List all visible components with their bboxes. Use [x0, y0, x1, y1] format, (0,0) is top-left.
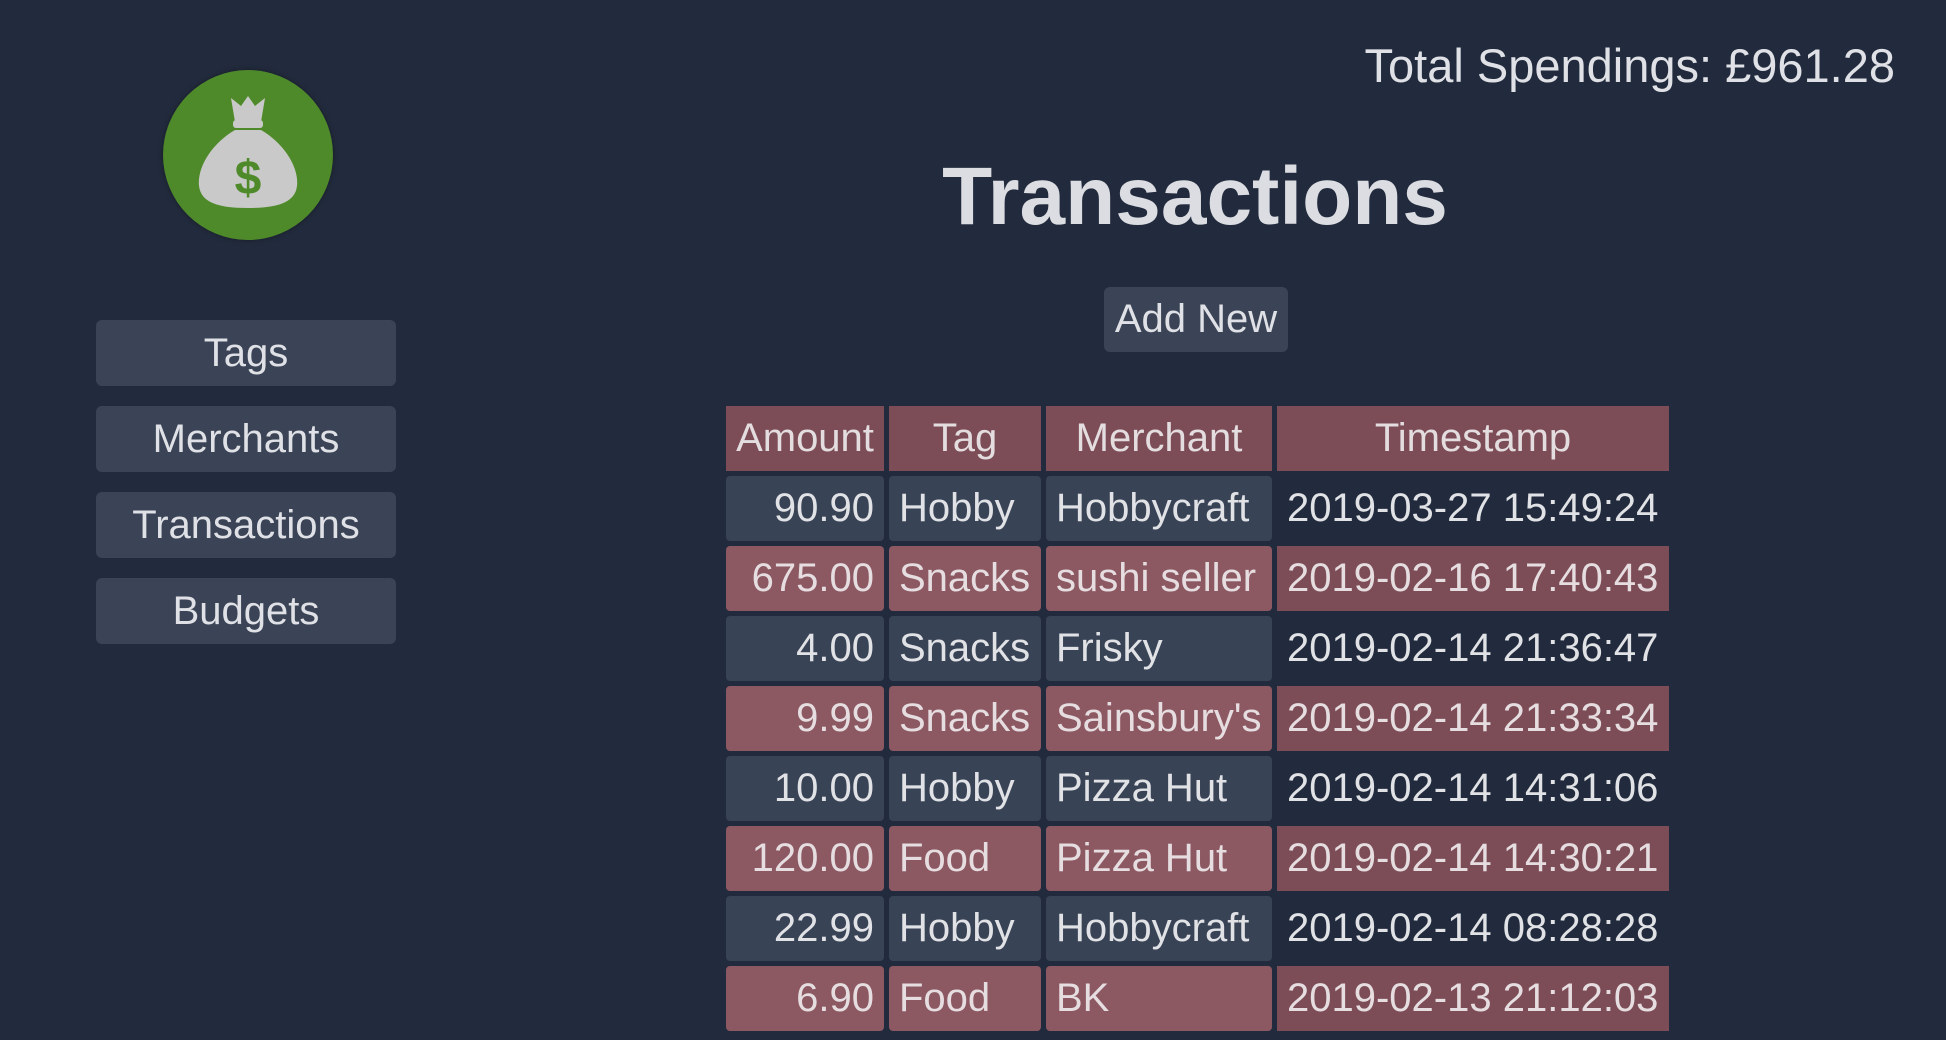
cell-tag: Snacks: [889, 546, 1041, 611]
table-row[interactable]: 90.90 Hobby Hobbycraft 2019-03-27 15:49:24: [726, 476, 1669, 541]
column-header-timestamp[interactable]: Timestamp: [1277, 406, 1669, 471]
cell-merchant: Hobbycraft: [1046, 476, 1272, 541]
cell-timestamp: 2019-02-14 14:31:06: [1287, 766, 1659, 810]
cell-amount: 9.99: [726, 686, 884, 751]
cell-tag: Snacks: [889, 686, 1041, 751]
table-row[interactable]: 675.00 Snacks sushi seller 2019-02-16 17:40…: [726, 546, 1669, 611]
cell-timestamp: 2019-03-27 15:49:24: [1287, 486, 1659, 530]
cell-merchant: Hobbycraft: [1046, 896, 1272, 961]
cell-timestamp: 2019-02-14 21:33:34: [1277, 686, 1669, 751]
cell-timestamp: 2019-02-14 21:36:47: [1287, 626, 1659, 670]
column-header-tag[interactable]: Tag: [889, 406, 1041, 471]
table-row[interactable]: 120.00 Food Pizza Hut 2019-02-14 14:30:21: [726, 826, 1669, 891]
cell-tag: Snacks: [889, 616, 1041, 681]
table-row[interactable]: 6.90 Food BK 2019-02-13 21:12:03: [726, 966, 1669, 1031]
page-title: Transactions: [942, 151, 1448, 242]
cell-tag: Food: [889, 826, 1041, 891]
cell-amount: 675.00: [726, 546, 884, 611]
cell-timestamp: 2019-02-16 17:40:43: [1277, 546, 1669, 611]
cell-amount: 6.90: [726, 966, 884, 1031]
sidebar-item-merchants[interactable]: Merchants: [96, 406, 396, 472]
cell-amount: 120.00: [726, 826, 884, 891]
cell-timestamp: 2019-02-14 14:30:21: [1277, 826, 1669, 891]
table-row[interactable]: 22.99 Hobby Hobbycraft 2019-02-14 08:28:28: [726, 896, 1669, 961]
sidebar-item-budgets[interactable]: Budgets: [96, 578, 396, 644]
cell-tag: Hobby: [889, 476, 1041, 541]
table-header-row: Amount Tag Merchant Timestamp: [726, 406, 1669, 471]
sidebar-nav: Tags Merchants Transactions Budgets: [96, 320, 396, 664]
table-row[interactable]: 10.00 Hobby Pizza Hut 2019-02-14 14:31:06: [726, 756, 1669, 821]
cell-merchant: Pizza Hut: [1046, 756, 1272, 821]
total-spendings: Total Spendings: £961.28: [1364, 39, 1895, 92]
cell-merchant: Frisky: [1046, 616, 1272, 681]
cell-amount: 4.00: [726, 616, 884, 681]
cell-tag: Hobby: [889, 896, 1041, 961]
add-new-button[interactable]: Add New: [1104, 287, 1288, 352]
column-header-amount[interactable]: Amount: [726, 406, 884, 471]
cell-tag: Hobby: [889, 756, 1041, 821]
table-row[interactable]: 4.00 Snacks Frisky 2019-02-14 21:36:47: [726, 616, 1669, 681]
cell-merchant: BK: [1046, 966, 1272, 1031]
cell-tag: Food: [889, 966, 1041, 1031]
table-body: 90.90 Hobby Hobbycraft 2019-03-27 15:49:24 6…: [726, 476, 1669, 1031]
cell-merchant: Pizza Hut: [1046, 826, 1272, 891]
cell-amount: 10.00: [726, 756, 884, 821]
cell-merchant: sushi seller: [1046, 546, 1272, 611]
sidebar-item-transactions[interactable]: Transactions: [96, 492, 396, 558]
transactions-table: Amount Tag Merchant Timestamp 90.90 Hobby…: [721, 401, 1674, 1036]
cell-amount: 90.90: [726, 476, 884, 541]
cell-timestamp: 2019-02-13 21:12:03: [1277, 966, 1669, 1031]
page: $ Tags Merchants Transactions Budgets To…: [0, 0, 1946, 1040]
sidebar-item-tags[interactable]: Tags: [96, 320, 396, 386]
cell-amount: 22.99: [726, 896, 884, 961]
table-row[interactable]: 9.99 Snacks Sainsbury's 2019-02-14 21:33:34: [726, 686, 1669, 751]
cell-timestamp: 2019-02-14 08:28:28: [1287, 906, 1659, 950]
cell-merchant: Sainsbury's: [1046, 686, 1272, 751]
column-header-merchant[interactable]: Merchant: [1046, 406, 1272, 471]
